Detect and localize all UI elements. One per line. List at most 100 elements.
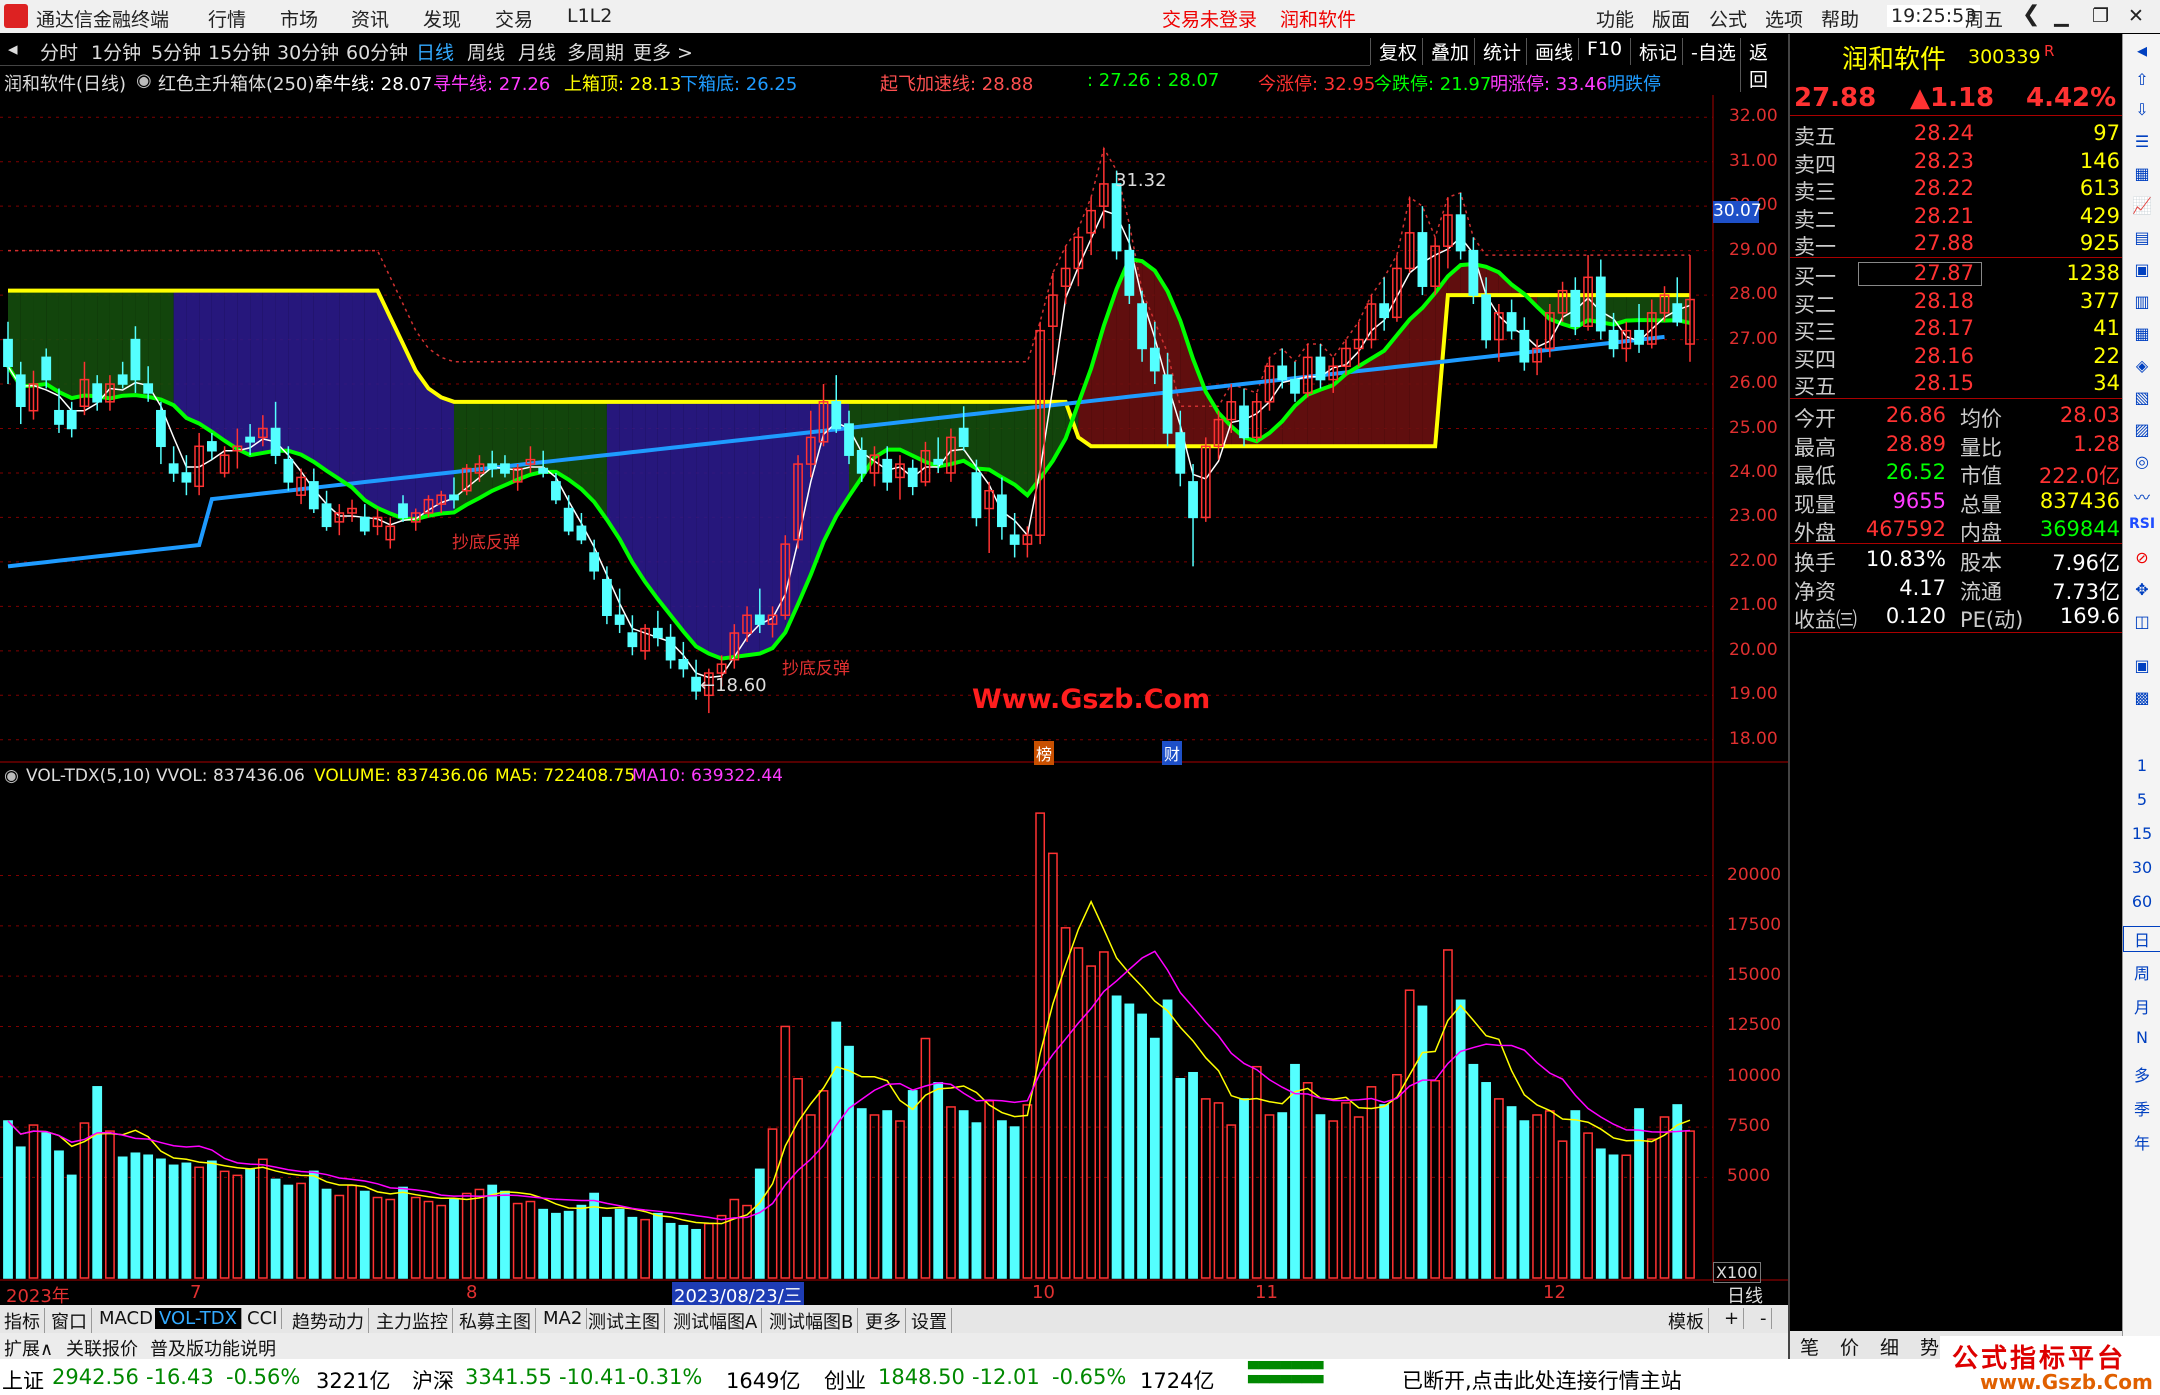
chart-icon[interactable]: ▨ [2123, 420, 2160, 439]
diejia-button[interactable]: 叠加 [1422, 38, 1477, 65]
tab-simu[interactable]: 私募主图 [455, 1308, 536, 1334]
tab-template[interactable]: 模板 [1664, 1308, 1709, 1334]
menu-faxian[interactable]: 发现 [423, 5, 461, 32]
collapse-icon[interactable]: ◂ [8, 38, 18, 60]
sidebar-period-30[interactable]: 30 [2123, 858, 2160, 877]
period-5min[interactable]: 5分钟 [151, 38, 201, 65]
panel-tab-bi[interactable]: 笔 [1800, 1333, 1819, 1360]
down-arrow-icon[interactable]: ⇩ [2123, 100, 2160, 119]
tab-ma2[interactable]: MA2 [539, 1308, 588, 1329]
grid-icon[interactable]: ▦ [2123, 164, 2160, 183]
ask-row[interactable]: 卖一 27.88 925 [1790, 230, 2124, 259]
menu-banmian[interactable]: 版面 [1652, 5, 1690, 32]
fanhui-button[interactable]: 返回 [1740, 38, 1788, 92]
sidebar-period-week[interactable]: 周 [2123, 960, 2160, 984]
sidebar-period-year[interactable]: 年 [2123, 1130, 2160, 1154]
period-more[interactable]: 更多 > [633, 38, 693, 65]
sz-label[interactable]: 沪深 [412, 1365, 454, 1395]
collapse-left-icon[interactable]: ◂ [2123, 38, 2160, 62]
menu-gongneng[interactable]: 功能 [1596, 5, 1634, 32]
up-arrow-icon[interactable]: ⇧ [2123, 70, 2160, 89]
bid-row[interactable]: 买四 28.16 22 [1790, 343, 2124, 372]
tab-cci[interactable]: CCI [243, 1308, 283, 1329]
stat-row[interactable]: 净资 4.17 流通 7.73亿 [1790, 575, 2124, 604]
panel-tab-shi[interactable]: 势 [1920, 1333, 1939, 1360]
chart-canvas[interactable] [0, 95, 1788, 1305]
network-bars-icon[interactable]: ▀▀▀▀▀▀▀ ▀▀▀▀▀▀▀ [1248, 1363, 1323, 1391]
ask-row[interactable]: 卖二 28.21 429 [1790, 203, 2124, 232]
line-chart-icon[interactable]: 📈 [2123, 196, 2160, 215]
back-icon[interactable]: ❮ [2022, 2, 2040, 27]
stat-row[interactable]: 今开 26.86 均价 28.03 [1790, 402, 2124, 431]
menu-shichang[interactable]: 市场 [280, 5, 318, 32]
vol-indicator-name[interactable]: VOL-TDX(5,10) [26, 766, 151, 786]
tab-vol-tdx[interactable]: VOL-TDX [155, 1308, 242, 1329]
bid-row[interactable]: 买五 28.15 34 [1790, 370, 2124, 399]
stat-row[interactable]: 外盘 467592 内盘 369844 [1790, 516, 2124, 545]
f5-icon[interactable]: ▣ [2123, 656, 2160, 675]
tab-add[interactable]: + [1720, 1308, 1745, 1329]
panel-tab-xi[interactable]: 细 [1880, 1333, 1899, 1360]
restore-icon[interactable]: ❐ [2092, 5, 2109, 27]
ask-row[interactable]: 卖四 28.23 146 [1790, 148, 2124, 177]
period-monthly[interactable]: 月线 [518, 38, 556, 65]
cy-label[interactable]: 创业 [824, 1365, 866, 1395]
biaoji-button[interactable]: 标记 [1630, 38, 1685, 65]
menu-bangzhu[interactable]: 帮助 [1821, 5, 1859, 32]
tab-remove[interactable]: - [1756, 1308, 1772, 1329]
fuquan-button[interactable]: 复权 [1370, 38, 1425, 65]
stat-row[interactable]: 换手 10.83% 股本 7.96亿 [1790, 546, 2124, 575]
rsi-icon[interactable]: RSI [2123, 516, 2160, 532]
period-30min[interactable]: 30分钟 [277, 38, 339, 65]
stat-row[interactable]: 最低 26.52 市值 222.0亿 [1790, 459, 2124, 488]
bid-row[interactable]: 买三 28.17 41 [1790, 315, 2124, 344]
indicator-name[interactable]: 红色主升箱体(250) [158, 70, 314, 96]
panel-tab-jia[interactable]: 价 [1840, 1333, 1859, 1360]
connection-message[interactable]: 已断开,点击此处连接行情主站 [1402, 1365, 1682, 1395]
tab-zhuli[interactable]: 主力监控 [372, 1308, 453, 1334]
sidebar-period-60[interactable]: 60 [2123, 892, 2160, 911]
sh-label[interactable]: 上证 [2, 1365, 44, 1395]
menu-jiaoyi[interactable]: 交易 [495, 5, 533, 32]
tab-settings[interactable]: 设置 [907, 1308, 952, 1334]
sidebar-period-quarter[interactable]: 季 [2123, 1096, 2160, 1120]
table-icon[interactable]: ▦ [2123, 324, 2160, 343]
doc-icon[interactable]: ▣ [2123, 260, 2160, 279]
layout-icon[interactable]: ▩ [2123, 688, 2160, 707]
zixuan-button[interactable]: -自选 [1682, 38, 1744, 65]
ask-row[interactable]: 卖五 28.24 97 [1790, 120, 2124, 149]
minimize-icon[interactable]: ▁ [2054, 5, 2069, 27]
period-multi[interactable]: 多周期 [567, 38, 624, 65]
period-60min[interactable]: 60分钟 [346, 38, 408, 65]
compass-icon[interactable]: ◫ [2123, 612, 2160, 631]
bang-marker[interactable]: 榜 [1034, 741, 1055, 765]
tab-qushi[interactable]: 趋势动力 [288, 1308, 369, 1334]
sidebar-period-multi[interactable]: 多 [2123, 1062, 2160, 1086]
indicator-icon[interactable]: ◉ [136, 70, 152, 91]
ask-row[interactable]: 卖三 28.22 613 [1790, 175, 2124, 204]
period-daily[interactable]: 日线 [416, 38, 454, 65]
menu-hangqing[interactable]: 行情 [208, 5, 246, 32]
huaxian-button[interactable]: 画线 [1526, 38, 1581, 65]
bar-chart-icon[interactable]: ▤ [2123, 228, 2160, 247]
sidebar-period-15[interactable]: 15 [2123, 824, 2160, 843]
menu-gongshi[interactable]: 公式 [1709, 5, 1747, 32]
list-icon[interactable]: ☰ [2123, 132, 2160, 151]
tab-help[interactable]: 普及版功能说明 [150, 1335, 276, 1361]
tab-related-quotes[interactable]: 关联报价 [66, 1335, 138, 1361]
period-weekly[interactable]: 周线 [467, 38, 505, 65]
period-fenshi[interactable]: 分时 [40, 38, 78, 65]
tab-zhibiao[interactable]: 指标 [0, 1308, 45, 1334]
stat-row[interactable]: 现量 9655 总量 837436 [1790, 488, 2124, 517]
shield-icon[interactable]: ◈ [2123, 356, 2160, 375]
wave-icon[interactable]: 〰 [2123, 484, 2160, 508]
vol-indicator-icon[interactable]: ◉ [4, 766, 19, 786]
f2-icon[interactable]: ▧ [2123, 388, 2160, 407]
sidebar-period-5[interactable]: 5 [2123, 790, 2160, 809]
login-status[interactable]: 交易未登录 [1162, 5, 1257, 32]
lock-icon[interactable]: ⊘ [2123, 548, 2160, 567]
tab-ceshi-zhu[interactable]: 测试主图 [584, 1308, 665, 1334]
sidebar-period-n[interactable]: N [2123, 1028, 2160, 1047]
tab-ceshi-a[interactable]: 测试幅图A [669, 1308, 763, 1334]
menu-zixun[interactable]: 资讯 [351, 5, 389, 32]
